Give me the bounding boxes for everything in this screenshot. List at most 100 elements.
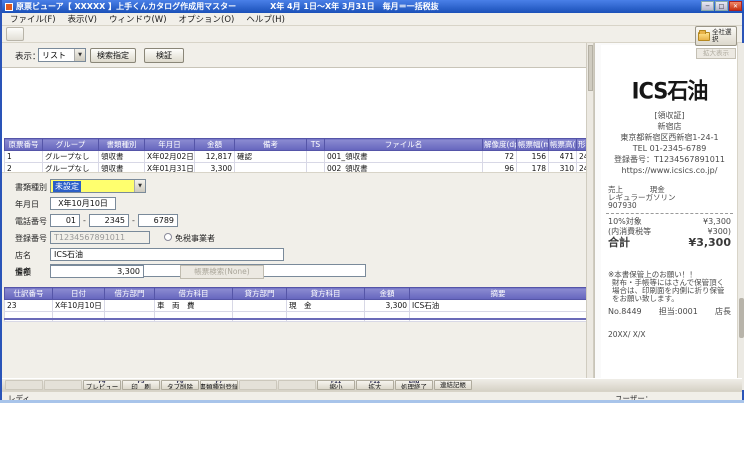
journal-row[interactable]: 23 X年10月10日 車 両 費 現 金 3,300 ICS石油 [5, 300, 587, 312]
journal-header-row: 仕訳番号 日付 借方部門 借方科目 貸方部門 貸方科目 金額 摘要 [5, 288, 587, 300]
menu-file[interactable]: ファイル(F) [10, 13, 56, 25]
col-date[interactable]: 年月日 [145, 139, 195, 151]
menu-window[interactable]: ウィンドウ(W) [109, 13, 167, 25]
tel-dash: - [132, 216, 135, 225]
reg-number-field [50, 231, 150, 244]
receipt-url: https://www.icsics.co.jp/ [601, 165, 738, 176]
col-doc-type[interactable]: 書類種別 [99, 139, 145, 151]
menu-bar: ファイル(F) 表示(V) ウィンドウ(W) オプション(O) ヘルプ(H) [2, 13, 742, 26]
col-debit-account[interactable]: 借方科目 [155, 288, 233, 300]
display-mode-value: リスト [39, 50, 74, 61]
fn-button[interactable] [44, 380, 82, 390]
verify-button[interactable]: 検証 [144, 48, 184, 63]
col-voucher-no[interactable]: 原票番号 [5, 139, 43, 151]
linked-entry-button[interactable]: 連結記帳 [434, 380, 472, 390]
date-field[interactable] [50, 197, 116, 210]
store-name-field[interactable] [50, 248, 284, 261]
pane-splitter[interactable] [586, 43, 594, 379]
chevron-down-icon[interactable]: ▼ [74, 49, 85, 61]
print-button[interactable]: F5印 刷 [122, 380, 160, 390]
preview-button[interactable]: F4プレビュー [83, 380, 121, 390]
minimize-button[interactable]: ─ [701, 1, 714, 11]
fn-button[interactable] [239, 380, 277, 390]
receipt-divider [606, 213, 733, 214]
zoom-out-button[interactable]: F11縮小 [317, 380, 355, 390]
receipt-tax-target-label: 10%対象 [608, 217, 642, 227]
receipt-tax-inner-label: (内消費税等 [608, 227, 651, 237]
fn-button[interactable] [278, 380, 316, 390]
tel-field-2[interactable] [89, 214, 129, 227]
col-journal-amount[interactable]: 金額 [365, 288, 410, 300]
exit-button[interactable]: End処理終了 [395, 380, 433, 390]
scrollbar-thumb[interactable] [588, 45, 593, 91]
journal-table-border [4, 318, 586, 320]
menu-help[interactable]: ヘルプ(H) [246, 13, 285, 25]
col-filename[interactable]: ファイル名 [325, 139, 483, 151]
receipt-tax-inner-amount: ¥300) [708, 227, 731, 237]
company-select-button[interactable]: 全社選択 [695, 26, 737, 46]
maximize-button[interactable]: □ [715, 1, 728, 11]
list-controls: 表示： リスト ▼ 検索指定 検証 [2, 43, 586, 67]
tel-field-1[interactable] [50, 214, 80, 227]
receipt-total-label: 合計 [608, 236, 630, 249]
toolbar-button[interactable] [6, 27, 24, 41]
receipt-item-code: 907930 [601, 202, 738, 210]
col-journal-date[interactable]: 日付 [53, 288, 105, 300]
tax-exempt-label: 免税事業者 [175, 233, 215, 244]
col-memo[interactable]: 備考 [235, 139, 307, 151]
receipt-doc-title: [領収証] [601, 110, 738, 121]
close-button[interactable]: ✕ [729, 1, 742, 11]
window-bottom-edge [0, 400, 744, 403]
reg-number-label: 登録番号 [15, 233, 47, 244]
toolbar [2, 26, 742, 43]
col-dpi[interactable]: 解像度(dpi) [483, 139, 517, 151]
amount-field[interactable] [50, 265, 144, 278]
preview-zoom-button[interactable]: 拡大表示 [696, 48, 736, 59]
receipt-reg-no: 登録番号：T1234567891011 [601, 154, 738, 165]
receipt-image: ICS石油 [領収証] 新宿店 東京都新宿区西新宿1-24-1 TEL 01-2… [601, 45, 738, 389]
receipt-tel: TEL 01-2345-6789 [601, 143, 738, 154]
tel-field-3[interactable] [138, 214, 178, 227]
menu-view[interactable]: 表示(V) [68, 13, 97, 25]
receipt-tax-target-amount: ¥3,300 [703, 217, 731, 227]
zoom-in-button[interactable]: F12拡大 [356, 380, 394, 390]
voucher-table-area: 原票番号 グループ 書類種別 年月日 金額 備考 TS ファイル名 解像度(dp… [2, 67, 586, 172]
display-mode-select[interactable]: リスト ▼ [38, 48, 86, 62]
menu-option[interactable]: オプション(O) [179, 13, 235, 25]
col-journal-no[interactable]: 仕訳番号 [5, 288, 53, 300]
receipt-clerk: 担当:0001 [659, 307, 698, 317]
receipt-logo: ICS石油 [601, 74, 738, 106]
col-width[interactable]: 帳票幅(mm) [517, 139, 549, 151]
chevron-down-icon[interactable]: ▼ [134, 180, 145, 192]
amount-label: 金額 [15, 267, 31, 278]
col-ts[interactable]: TS [307, 139, 325, 151]
receipt-manager: 店長 [715, 307, 731, 317]
col-summary[interactable]: 摘要 [410, 288, 587, 300]
col-height[interactable]: 帳票高(mm) [549, 139, 577, 151]
col-credit-account[interactable]: 貸方科目 [287, 288, 365, 300]
screen: 原票ビューア【 XXXXX 】上手くんカタログ作成用マスター X年 4月 1日～… [0, 0, 744, 460]
receipt-scrollbar[interactable] [737, 43, 744, 390]
col-group[interactable]: グループ [43, 139, 99, 151]
journal-row-empty[interactable] [5, 312, 587, 322]
voucher-table: 原票番号 グループ 書類種別 年月日 金額 備考 TS ファイル名 解像度(dp… [4, 138, 586, 172]
delete-tab-button[interactable]: F6タブ削除 [161, 380, 199, 390]
table-row[interactable]: 1グループなし 領収書X年02月02日 12,817確認 001_領収書 721… [5, 151, 587, 163]
receipt-total-amount: ¥3,300 [689, 236, 731, 249]
tax-exempt-radio[interactable] [164, 233, 172, 241]
app-icon [5, 3, 13, 11]
table-row[interactable]: 2グループなし 領収書X年01月31日 3,300 002_領収書 96178 … [5, 163, 587, 173]
scrollbar-thumb[interactable] [739, 298, 744, 338]
doc-type-select[interactable]: 未設定 ▼ [50, 179, 146, 193]
col-credit-dept[interactable]: 貸方部門 [233, 288, 287, 300]
receipt-date: 20XX/ X/X [601, 331, 738, 339]
status-bar: レディ ユーザー： [2, 391, 742, 400]
search-spec-button[interactable]: 検索指定 [90, 48, 136, 63]
doc-type-register-button[interactable]: F7書類種別登録 [200, 380, 238, 390]
doc-type-label: 書類種別 [15, 182, 47, 193]
col-format[interactable]: 形式 [577, 139, 587, 151]
col-amount[interactable]: 金額 [195, 139, 235, 151]
fn-button[interactable] [5, 380, 43, 390]
col-debit-dept[interactable]: 借方部門 [105, 288, 155, 300]
doc-search-button: 帳票検索(None) [180, 265, 264, 279]
